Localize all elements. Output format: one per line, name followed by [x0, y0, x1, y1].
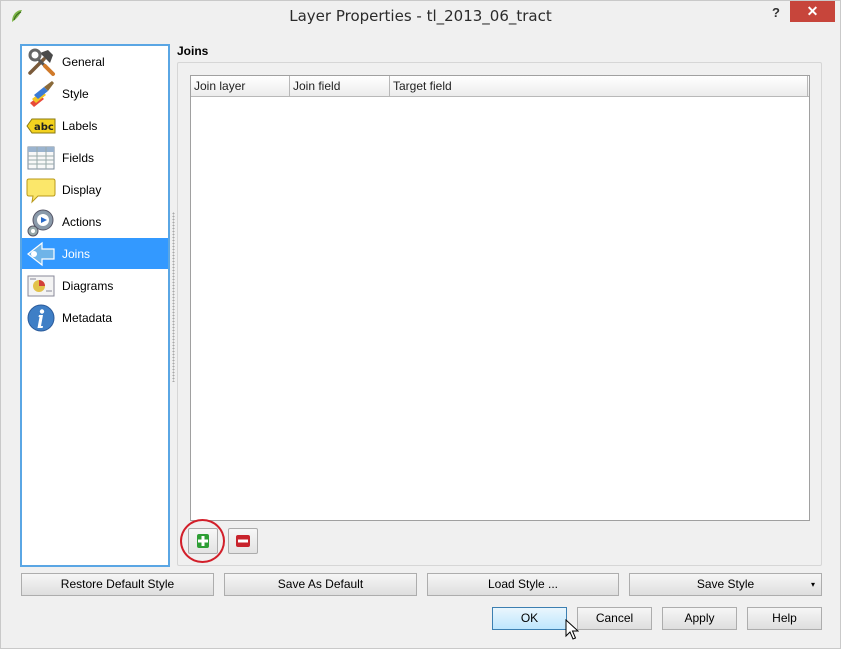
table-fields-icon	[27, 146, 55, 170]
load-style-button[interactable]: Load Style ...	[427, 573, 619, 596]
svg-text:abc: abc	[34, 122, 54, 133]
sidebar-item-label: Labels	[62, 119, 98, 133]
join-arrow-icon	[27, 241, 55, 267]
sidebar-item-actions[interactable]: Actions	[22, 206, 168, 237]
restore-default-style-button[interactable]: Restore Default Style	[21, 573, 214, 596]
sidebar-item-label: Joins	[62, 247, 91, 261]
minus-icon	[236, 535, 250, 547]
properties-sidebar: General Style abc Labels Fields Display …	[20, 44, 170, 567]
splitter-handle[interactable]	[172, 212, 175, 382]
save-style-label: Save Style	[696, 577, 755, 591]
dialog-body: General Style abc Labels Fields Display …	[9, 32, 834, 642]
apply-button[interactable]: Apply	[662, 607, 737, 630]
window-title: Layer Properties - tl_2013_06_tract	[289, 7, 552, 25]
speech-bubble-icon	[26, 178, 56, 204]
sidebar-item-general[interactable]: General	[22, 46, 168, 77]
column-header-join-layer[interactable]: Join layer	[191, 76, 290, 96]
highlight-circle	[180, 519, 225, 563]
sidebar-item-style[interactable]: Style	[22, 78, 168, 109]
sidebar-item-label: Style	[62, 87, 89, 101]
save-as-default-button[interactable]: Save As Default	[224, 573, 417, 596]
paintbrush-icon	[30, 81, 54, 107]
save-style-button[interactable]: Save Style ▾	[629, 573, 822, 596]
sidebar-item-metadata[interactable]: Metadata	[22, 302, 168, 333]
joins-table[interactable]: Join layer Join field Target field	[190, 75, 810, 521]
sidebar-item-labels[interactable]: abc Labels	[22, 110, 168, 141]
sidebar-item-label: Display	[62, 183, 102, 197]
section-title: Joins	[177, 44, 209, 58]
sidebar-item-label: Metadata	[62, 311, 113, 325]
sidebar-item-diagrams[interactable]: Diagrams	[22, 270, 168, 301]
cancel-button[interactable]: Cancel	[577, 607, 652, 630]
help-button[interactable]: Help	[747, 607, 822, 630]
sidebar-item-joins[interactable]: Joins	[22, 238, 168, 269]
ok-button[interactable]: OK	[492, 607, 567, 630]
joins-table-header: Join layer Join field Target field	[191, 76, 809, 97]
abc-label-icon: abc	[26, 118, 56, 134]
title-help-button[interactable]: ?	[765, 3, 787, 23]
sidebar-item-fields[interactable]: Fields	[22, 142, 168, 173]
title-bar[interactable]: Layer Properties - tl_2013_06_tract ? ✕	[1, 1, 840, 31]
column-header-target-field[interactable]: Target field	[390, 76, 808, 96]
diagram-chart-icon	[27, 275, 55, 297]
sidebar-item-display[interactable]: Display	[22, 174, 168, 205]
gear-play-icon	[27, 209, 54, 237]
sidebar-item-label: Fields	[62, 151, 95, 165]
column-header-join-field[interactable]: Join field	[290, 76, 390, 96]
close-button[interactable]: ✕	[790, 1, 835, 22]
mouse-cursor-icon	[565, 619, 579, 640]
hammer-wrench-icon	[28, 48, 55, 76]
layer-properties-window: Layer Properties - tl_2013_06_tract ? ✕ …	[0, 0, 841, 649]
sidebar-item-label: Actions	[62, 215, 102, 229]
dropdown-arrow-icon[interactable]: ▾	[811, 574, 815, 595]
sidebar-item-label: Diagrams	[62, 279, 114, 293]
remove-join-button[interactable]	[228, 528, 258, 554]
sidebar-item-label: General	[62, 55, 105, 69]
info-icon	[27, 304, 55, 332]
